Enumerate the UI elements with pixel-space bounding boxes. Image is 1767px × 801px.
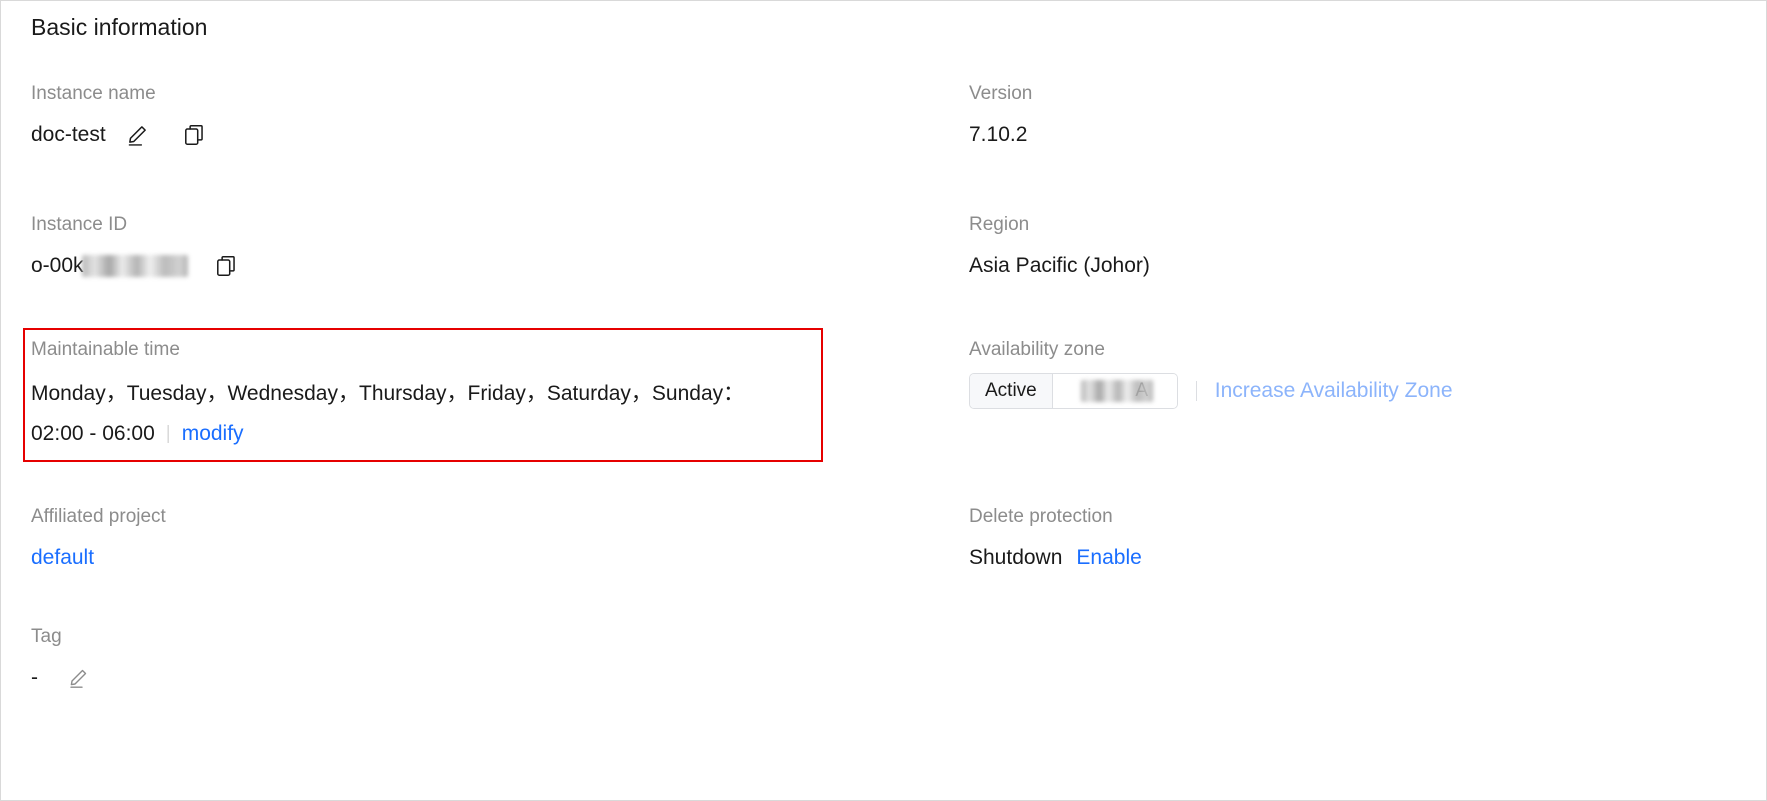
availability-zone-label: Availability zone (969, 339, 1105, 360)
copy-icon[interactable] (182, 122, 208, 148)
tag-label: Tag (31, 626, 62, 647)
field-delete-protection: Delete protection Shutdown Enable (969, 504, 1142, 572)
pencil-icon[interactable] (124, 122, 150, 148)
field-instance-id: Instance ID o-00k (31, 212, 240, 280)
affiliated-project-link[interactable]: default (31, 544, 94, 572)
maintainable-time-days: Monday，Tuesday，Wednesday，Thursday，Friday… (31, 382, 745, 405)
tag-value: - (31, 666, 38, 689)
field-instance-name: Instance name doc-test (31, 81, 208, 149)
copy-icon[interactable] (214, 253, 240, 279)
maintainable-time-label: Maintainable time (31, 339, 180, 360)
field-version: Version 7.10.2 (969, 81, 1032, 149)
modify-link[interactable]: modify (182, 422, 244, 445)
field-maintainable-time: Maintainable time Monday，Tuesday，Wednesd… (31, 337, 821, 451)
basic-information-panel: Basic information Instance name doc-test (0, 0, 1767, 801)
affiliated-project-value-row: default (31, 544, 166, 572)
field-availability-zone: Availability zone Active A Increase Avai… (969, 337, 1453, 409)
enable-link[interactable]: Enable (1076, 544, 1141, 572)
availability-zone-name: A (1051, 374, 1177, 408)
delete-protection-label: Delete protection (969, 506, 1113, 527)
delete-protection-value-row: Shutdown Enable (969, 544, 1142, 572)
region-value: Asia Pacific (Johor) (969, 254, 1150, 277)
region-value-row: Asia Pacific (Johor) (969, 252, 1150, 280)
instance-id-label: Instance ID (31, 214, 128, 235)
pencil-icon[interactable] (66, 666, 90, 690)
region-label: Region (969, 214, 1030, 235)
availability-zone-value-row: Active A Increase Availability Zone (969, 373, 1453, 409)
instance-id-value: o-00k (31, 254, 84, 277)
field-tag: Tag - (31, 624, 90, 692)
instance-name-value: doc-test (31, 123, 106, 146)
instance-name-label: Instance name (31, 83, 156, 104)
version-label: Version (969, 83, 1033, 104)
field-region: Region Asia Pacific (Johor) (969, 212, 1150, 280)
instance-id-value-row: o-00k (31, 252, 240, 280)
page-title: Basic information (31, 14, 208, 40)
affiliated-project-label: Affiliated project (31, 506, 166, 527)
availability-zone-badge: Active A (969, 373, 1178, 409)
maintainable-time-value: Monday，Tuesday，Wednesday，Thursday，Friday… (31, 377, 821, 451)
delete-protection-value: Shutdown (969, 546, 1063, 569)
version-value-row: 7.10.2 (969, 121, 1032, 149)
divider: | (165, 423, 171, 444)
version-value: 7.10.2 (969, 123, 1028, 146)
increase-availability-zone-link[interactable]: Increase Availability Zone (1215, 377, 1453, 405)
field-affiliated-project: Affiliated project default (31, 504, 166, 572)
divider (1195, 381, 1197, 401)
tag-value-row: - (31, 664, 90, 692)
status-badge: Active (970, 374, 1052, 408)
maintainable-time-range: 02:00 - 06:00 (31, 422, 155, 445)
maintainable-time-row: 02:00 - 06:00 | modify (31, 417, 821, 451)
instance-id-redacted (81, 255, 188, 277)
instance-name-value-row: doc-test (31, 121, 208, 149)
availability-zone-redacted (1081, 380, 1154, 402)
